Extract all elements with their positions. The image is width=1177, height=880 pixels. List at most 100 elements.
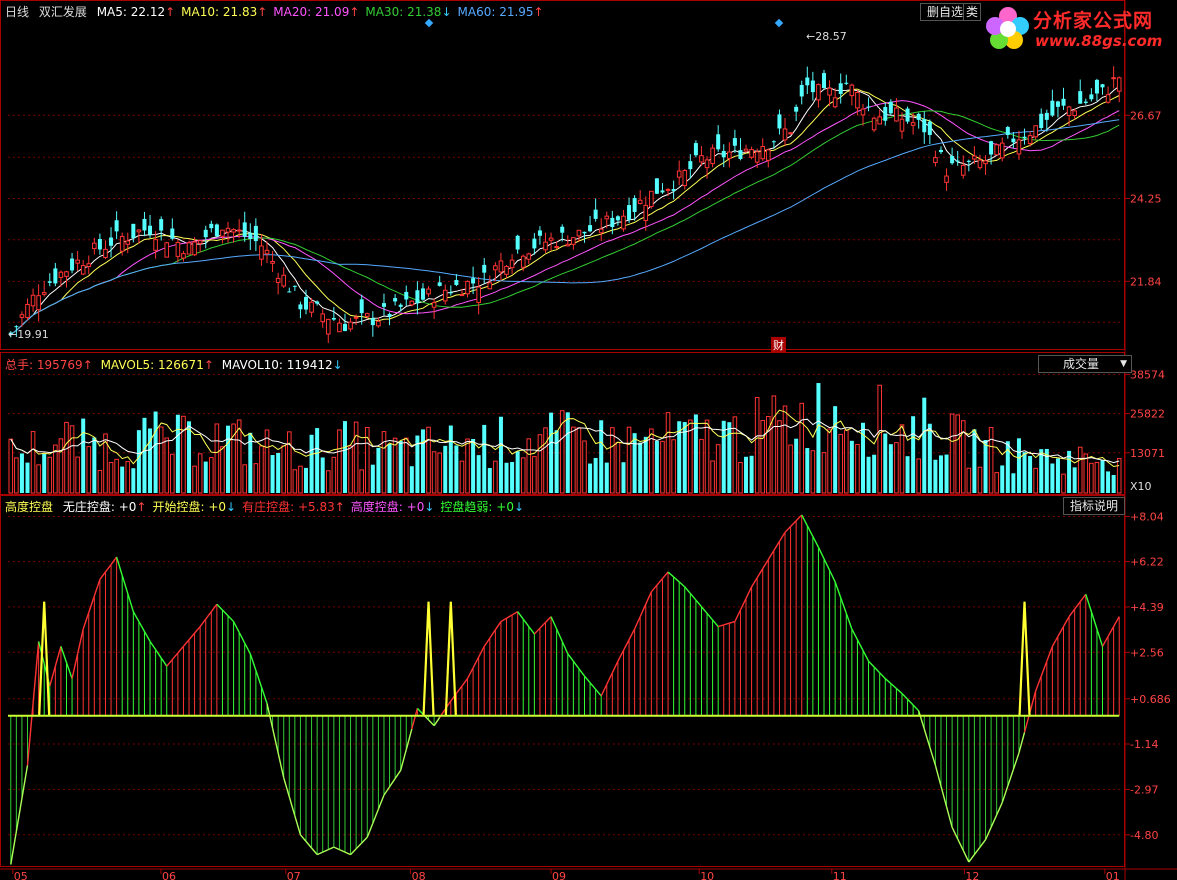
indicator-help-button[interactable]: 指标说明: [1063, 497, 1126, 515]
indicator-line: [723, 622, 730, 626]
volume-bar: [682, 422, 687, 493]
indicator-line: [104, 564, 112, 573]
volume-bar: [392, 437, 398, 494]
indicator-line: [15, 798, 23, 832]
indicator-line: [639, 603, 647, 617]
indicator-line: [205, 611, 212, 620]
candle-body: [732, 138, 737, 146]
indicator-line: [160, 657, 168, 667]
indicator-line: [244, 642, 251, 655]
y-tick-label: -4.80: [1130, 829, 1158, 842]
volume-bar: [983, 440, 988, 493]
indicator-line: [455, 685, 463, 694]
candle-body: [409, 300, 415, 306]
price-header: 日线 双汇发展 MA5: 22.12↑ MA10: 21.83↑ MA20: 21.…: [5, 3, 544, 20]
candle-body: [236, 229, 242, 232]
candle-body: [58, 271, 64, 278]
volume-bar: [270, 455, 275, 493]
ma-legend-arrow: ↑: [533, 5, 544, 19]
candle-body: [64, 271, 69, 277]
volume-bar: [158, 426, 164, 494]
indicator-line: [845, 613, 853, 630]
indicator-line: [361, 836, 368, 844]
candle-body: [649, 190, 654, 207]
indicator-line: [756, 568, 764, 579]
volume-bar: [693, 414, 698, 493]
volume-bar: [949, 413, 955, 494]
indicator-line: [333, 846, 340, 851]
candle-body: [53, 268, 58, 284]
indicator-line: [907, 698, 914, 706]
candle-body: [983, 160, 988, 165]
candle-body: [994, 144, 999, 156]
x-tick-label: 06: [162, 870, 176, 880]
volume-dropdown[interactable]: 成交量 ▼: [1038, 355, 1132, 373]
indicator-line: [990, 814, 998, 828]
candle-body: [370, 318, 375, 326]
volume-bar: [359, 469, 364, 494]
indicator-line: [138, 621, 146, 632]
period-label[interactable]: 日线: [5, 5, 29, 19]
volume-bar: [549, 412, 554, 493]
candle-body: [548, 237, 554, 241]
candle-body: [342, 323, 347, 331]
volume-bar: [226, 425, 231, 493]
volume-bar: [615, 441, 621, 494]
ma-legend-label: MA10:: [181, 5, 220, 19]
volume-bar: [493, 460, 498, 494]
indicator-line: [1101, 636, 1109, 647]
finance-marker[interactable]: 财: [771, 337, 786, 353]
volume-bar: [403, 437, 409, 494]
candle-body: [253, 225, 258, 242]
indicator-line: [583, 675, 591, 684]
candle-body: [41, 292, 47, 295]
volume-bar: [1028, 456, 1033, 493]
indicator-name: 高度控盘: [5, 500, 54, 514]
candle-body: [782, 128, 788, 141]
volume-bar: [170, 453, 175, 494]
candle-body: [92, 242, 97, 250]
volume-bar: [1000, 465, 1005, 493]
indicator-line: [951, 827, 959, 840]
candle-body: [933, 157, 938, 163]
logo-url[interactable]: www.88gs.com: [1035, 32, 1162, 50]
candle-body: [766, 149, 771, 161]
indicator-line: [812, 536, 820, 548]
indicator-line: [1046, 646, 1054, 662]
volume-bar: [515, 451, 520, 493]
volume-bar: [665, 412, 671, 494]
ma-legend-item: MA10: 21.83↑: [181, 5, 267, 19]
ma-legend-arrow: ↓: [441, 5, 452, 19]
indicator-line: [895, 687, 903, 694]
volume-bar: [153, 411, 158, 493]
candle-body: [788, 132, 793, 135]
candle-body: [1027, 135, 1033, 144]
indicator-line: [539, 621, 547, 629]
candle-body: [431, 302, 437, 308]
volume-bar: [108, 462, 114, 494]
indicator-line: [1035, 675, 1042, 692]
candle-body: [682, 170, 688, 187]
volume-bar: [64, 421, 69, 494]
indicator-line: [461, 678, 469, 687]
candle-body: [270, 261, 275, 264]
candle-body: [109, 237, 114, 246]
volume-header: 总手: 195769↑ MAVOL5: 126671↑ MAVOL10: 119…: [5, 356, 343, 373]
candle-body: [966, 160, 971, 162]
volume-bar: [81, 418, 86, 493]
extra-button[interactable]: 类: [963, 3, 982, 21]
indicator-line: [99, 571, 107, 580]
candle-body: [1094, 79, 1099, 94]
candle-body: [676, 170, 682, 178]
indicator-line: [355, 842, 363, 850]
candle-body: [515, 235, 520, 250]
indicator-legend-arrow: ↓: [226, 500, 237, 514]
indicator-line: [466, 667, 474, 679]
indicator-line: [823, 558, 831, 571]
candle-body: [955, 160, 960, 162]
indicator-line: [890, 683, 897, 690]
volume-bar: [197, 453, 203, 494]
volume-bar: [75, 456, 80, 494]
candle-body: [487, 282, 493, 290]
volume-bar: [325, 470, 331, 494]
